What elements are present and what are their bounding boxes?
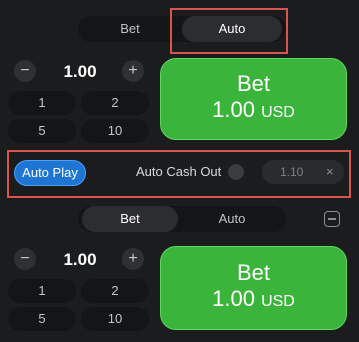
auto-cash-out-value: 1.10 (280, 165, 304, 179)
collapse-panel-button[interactable] (324, 211, 340, 227)
bet-amount-value[interactable]: 1.00 (50, 62, 110, 82)
tab-bet-bottom[interactable]: Bet (82, 206, 178, 232)
bet-button-amount-bottom: 1.00 USD (161, 286, 346, 312)
auto-cash-out-label: Auto Cash Out (136, 164, 222, 179)
quick-amount-10-bottom[interactable]: 10 (81, 307, 149, 331)
bet-button-amount: 1.00 USD (161, 97, 346, 123)
quick-amount-2[interactable]: 2 (81, 91, 149, 115)
tab-bet-top[interactable]: Bet (82, 16, 178, 42)
currency-text-bottom: USD (261, 293, 295, 310)
auto-cash-out-input[interactable]: 1.10 × (262, 160, 344, 184)
bet-button-top[interactable]: Bet 1.00 USD (160, 58, 347, 140)
currency-text: USD (261, 104, 295, 121)
decrease-amount-button-bottom[interactable]: − (14, 248, 36, 270)
increase-amount-button-bottom[interactable]: + (122, 248, 144, 270)
bet-amount-text-bottom: 1.00 (212, 286, 255, 311)
bet-amount-text: 1.00 (212, 97, 255, 122)
decrease-amount-button[interactable]: − (14, 60, 36, 82)
quick-amount-1[interactable]: 1 (8, 91, 76, 115)
auto-cash-out-toggle[interactable] (228, 164, 244, 180)
quick-amount-5[interactable]: 5 (8, 119, 76, 143)
quick-amount-2-bottom[interactable]: 2 (81, 279, 149, 303)
bet-amount-value-bottom[interactable]: 1.00 (50, 250, 110, 270)
auto-tab-highlight (170, 8, 288, 54)
clear-icon[interactable]: × (326, 160, 334, 184)
auto-play-button[interactable]: Auto Play (14, 160, 86, 186)
bottom-mode-tabs: Bet Auto (78, 206, 286, 232)
tab-auto-bottom[interactable]: Auto (182, 206, 282, 232)
bet-button-bottom[interactable]: Bet 1.00 USD (160, 246, 347, 330)
increase-amount-button[interactable]: + (122, 60, 144, 82)
bet-button-label: Bet (236, 71, 271, 96)
quick-amount-10[interactable]: 10 (81, 119, 149, 143)
quick-amount-1-bottom[interactable]: 1 (8, 279, 76, 303)
quick-amount-5-bottom[interactable]: 5 (8, 307, 76, 331)
bet-button-label-bottom: Bet (236, 260, 271, 285)
